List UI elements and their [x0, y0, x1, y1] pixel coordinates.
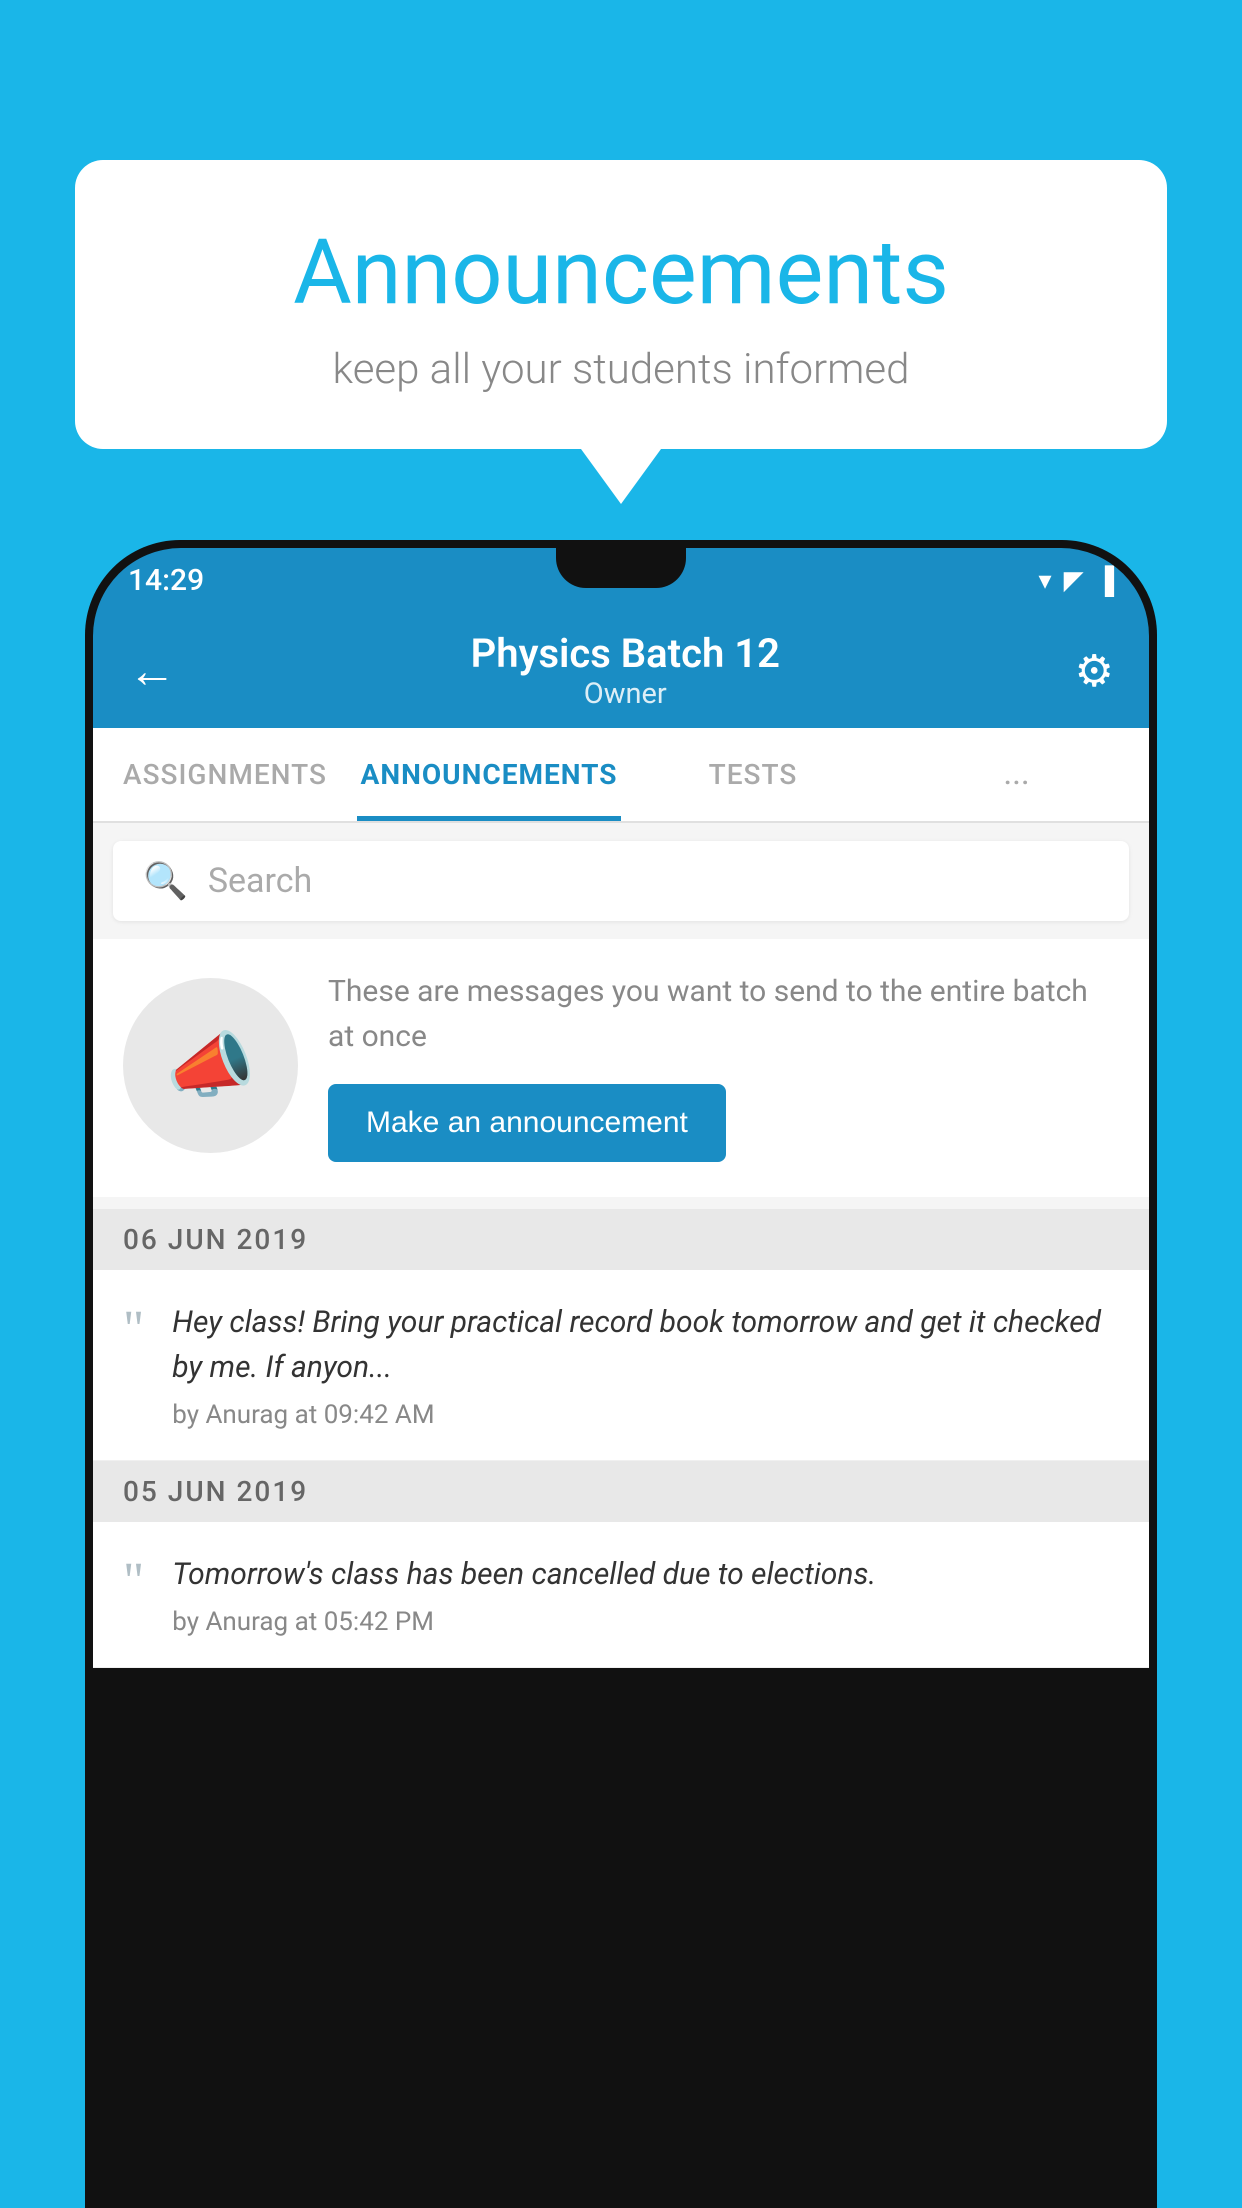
wifi-icon: ▾	[1039, 566, 1052, 596]
status-time: 14:29	[128, 563, 204, 598]
announcement-meta-1: by Anurag at 09:42 AM	[172, 1400, 1119, 1430]
settings-icon[interactable]: ⚙	[1075, 645, 1114, 697]
status-bar: 14:29 ▾ ◤ ▐	[93, 548, 1149, 613]
content-area: 🔍 Search 📣 These are messages you want t…	[93, 823, 1149, 1668]
megaphone-icon: 📣	[166, 1023, 256, 1108]
intro-right: These are messages you want to send to t…	[328, 969, 1119, 1162]
intro-description: These are messages you want to send to t…	[328, 969, 1119, 1059]
announcement-text-1: Hey class! Bring your practical record b…	[172, 1300, 1119, 1390]
tab-more[interactable]: ...	[885, 728, 1149, 821]
tab-assignments[interactable]: ASSIGNMENTS	[93, 728, 357, 821]
app-bar-title-block: Physics Batch 12 Owner	[471, 630, 780, 711]
tabs-bar: ASSIGNMENTS ANNOUNCEMENTS TESTS ...	[93, 728, 1149, 823]
speech-bubble-title: Announcements	[155, 220, 1087, 325]
app-bar: ← Physics Batch 12 Owner ⚙	[93, 613, 1149, 728]
announcement-content-2: Tomorrow's class has been cancelled due …	[172, 1552, 1119, 1637]
search-placeholder: Search	[208, 861, 312, 901]
battery-icon: ▐	[1096, 565, 1114, 596]
speech-bubble-arrow	[581, 449, 661, 504]
date-separator-1: 06 JUN 2019	[93, 1209, 1149, 1270]
quote-icon-2: "	[123, 1556, 144, 1608]
phone-frame: 14:29 ▾ ◤ ▐ ← Physics Batch 12 Owner ⚙ A…	[85, 540, 1157, 2208]
search-icon: 🔍	[143, 860, 188, 902]
megaphone-circle: 📣	[123, 978, 298, 1153]
speech-bubble-container: Announcements keep all your students inf…	[75, 160, 1167, 504]
tab-tests[interactable]: TESTS	[621, 728, 885, 821]
announcement-meta-2: by Anurag at 05:42 PM	[172, 1607, 1119, 1637]
phone-inner: 14:29 ▾ ◤ ▐ ← Physics Batch 12 Owner ⚙ A…	[93, 548, 1149, 2200]
quote-icon-1: "	[123, 1304, 144, 1356]
search-bar[interactable]: 🔍 Search	[113, 841, 1129, 921]
intro-card: 📣 These are messages you want to send to…	[93, 939, 1149, 1197]
signal-icon: ◤	[1064, 566, 1084, 596]
announcement-content-1: Hey class! Bring your practical record b…	[172, 1300, 1119, 1430]
app-bar-subtitle: Owner	[471, 677, 780, 711]
announcement-item-2[interactable]: " Tomorrow's class has been cancelled du…	[93, 1522, 1149, 1668]
date-separator-2: 05 JUN 2019	[93, 1461, 1149, 1522]
make-announcement-button[interactable]: Make an announcement	[328, 1084, 726, 1162]
speech-bubble: Announcements keep all your students inf…	[75, 160, 1167, 449]
announcement-item-1[interactable]: " Hey class! Bring your practical record…	[93, 1270, 1149, 1461]
back-button[interactable]: ←	[128, 647, 176, 695]
announcement-text-2: Tomorrow's class has been cancelled due …	[172, 1552, 1119, 1597]
app-bar-title: Physics Batch 12	[471, 630, 780, 677]
status-icons: ▾ ◤ ▐	[1039, 565, 1114, 596]
speech-bubble-subtitle: keep all your students informed	[155, 345, 1087, 394]
notch	[556, 548, 686, 588]
tab-announcements[interactable]: ANNOUNCEMENTS	[357, 728, 621, 821]
